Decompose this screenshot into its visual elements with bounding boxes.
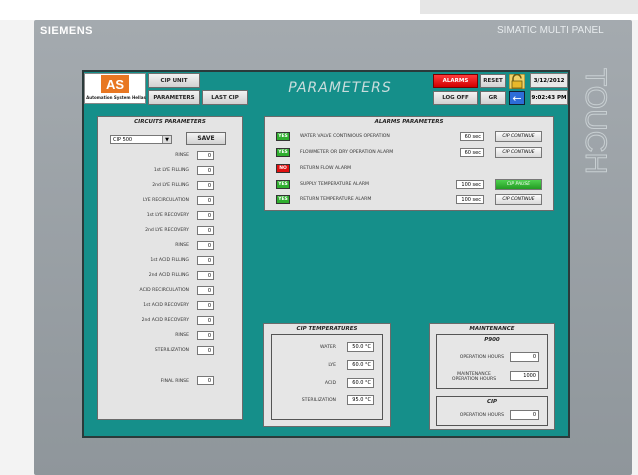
circuit-row-label: RINSE bbox=[175, 333, 189, 338]
parameters-button[interactable]: PARAMETERS bbox=[148, 90, 200, 105]
back-arrow-icon[interactable]: ← bbox=[509, 91, 525, 105]
circuit-row-label: 2nd ACID RECOVERY bbox=[141, 318, 189, 323]
circuit-row-value[interactable]: 0 bbox=[197, 346, 214, 355]
alarm-label: WATER VALVE CONTINIOUS OPERATION bbox=[300, 134, 390, 139]
chevron-down-icon: ▼ bbox=[162, 136, 171, 143]
final-rinse-value[interactable]: 0 bbox=[197, 376, 214, 385]
temperature-value[interactable]: 50.0 °C bbox=[347, 342, 374, 352]
circuit-row-value[interactable]: 0 bbox=[197, 286, 214, 295]
reset-button[interactable]: RESET bbox=[480, 74, 506, 88]
temperature-label: STERILIZATION bbox=[301, 398, 336, 403]
circuit-row-value[interactable]: 0 bbox=[197, 181, 214, 190]
alarms-panel-title: ALARMS PARAMETERS bbox=[374, 119, 444, 125]
background-strip bbox=[420, 0, 638, 14]
p900-title: P900 bbox=[484, 337, 500, 343]
circuit-row-label: STERILIZATION bbox=[154, 348, 189, 353]
temperature-label: ACID bbox=[324, 381, 336, 386]
touch-text: TOUCH bbox=[579, 68, 612, 174]
temperature-value[interactable]: 95.0 °C bbox=[347, 395, 374, 405]
circuit-row-label: 1st LYE RECOVERY bbox=[146, 213, 189, 218]
circuit-row-label: LYE RECIRCULATION bbox=[143, 198, 189, 203]
temperature-value[interactable]: 60.0 °C bbox=[347, 360, 374, 370]
circuit-row-label: 2nd ACID FILLING bbox=[148, 273, 189, 278]
alarm-action-button[interactable]: CIP CONTINUE bbox=[495, 194, 542, 205]
time-display: 9:02:43 PM bbox=[530, 90, 568, 105]
alarm-label: SUPPLY TEMPERATURE ALARM bbox=[300, 182, 369, 187]
circuit-row-label: 1st ACID RECOVERY bbox=[143, 303, 189, 308]
alarm-status-toggle[interactable]: NO bbox=[276, 164, 290, 173]
cip-unit-button[interactable]: CIP UNIT bbox=[148, 73, 200, 88]
operation-hours-value[interactable]: 0 bbox=[510, 352, 539, 362]
circuit-row-value[interactable]: 0 bbox=[197, 241, 214, 250]
temperature-label: WATER bbox=[320, 345, 336, 350]
maintenance-hours-label: MAINTENANCE OPERATION HOURS bbox=[451, 372, 497, 382]
circuit-select-value: CIP 500 bbox=[113, 136, 133, 143]
circuit-row-value[interactable]: 0 bbox=[197, 271, 214, 280]
maintenance-panel-title: MAINTENANCE bbox=[469, 326, 515, 332]
company-logo: AS Automation System Hellas bbox=[84, 73, 146, 104]
circuit-row-value[interactable]: 0 bbox=[197, 301, 214, 310]
panel-model: SIMATIC MULTI PANEL bbox=[497, 25, 604, 36]
circuit-row-value[interactable]: 0 bbox=[197, 211, 214, 220]
alarm-status-toggle[interactable]: YES bbox=[276, 180, 290, 189]
alarm-action-button[interactable]: CIP CONTINUE bbox=[495, 131, 542, 142]
circuit-row-value[interactable]: 0 bbox=[197, 256, 214, 265]
alarms-button[interactable]: ALARMS bbox=[433, 74, 478, 88]
circuit-row-value[interactable]: 0 bbox=[197, 166, 214, 175]
circuit-row-label: 2nd LYE RECOVERY bbox=[145, 228, 189, 233]
last-cip-button[interactable]: LAST CIP bbox=[202, 90, 248, 105]
alarm-status-toggle[interactable]: YES bbox=[276, 195, 290, 204]
logoff-button[interactable]: LOG OFF bbox=[433, 91, 478, 105]
alarm-action-button[interactable]: CIP PAUSE bbox=[495, 179, 542, 190]
temperatures-panel-title: CIP TEMPERATURES bbox=[296, 326, 358, 332]
circuit-row-value[interactable]: 0 bbox=[197, 226, 214, 235]
page-title: PARAMETERS bbox=[288, 80, 392, 96]
alarm-delay[interactable]: 100 sec bbox=[456, 195, 484, 204]
alarm-label: RETURN TEMPERATURE ALARM bbox=[300, 197, 372, 202]
temperature-value[interactable]: 60.0 °C bbox=[347, 378, 374, 388]
circuit-row-value[interactable]: 0 bbox=[197, 151, 214, 160]
circuits-panel-title: CIRCUITS PARAMETERS bbox=[134, 119, 206, 125]
alarm-delay[interactable]: 60 sec bbox=[460, 132, 484, 141]
circuit-row-value[interactable]: 0 bbox=[197, 331, 214, 340]
alarm-action-button[interactable]: CIP CONTINUE bbox=[495, 147, 542, 158]
circuits-panel: CIRCUITS PARAMETERS bbox=[97, 116, 243, 420]
alarm-label: RETURN FLOW ALARM bbox=[300, 166, 352, 171]
save-button[interactable]: SAVE bbox=[186, 132, 226, 145]
circuit-row-label: RINSE bbox=[175, 243, 189, 248]
circuit-row-label: RINSE bbox=[175, 153, 189, 158]
cip-operation-hours-label: OPERATION HOURS bbox=[459, 413, 504, 418]
circuit-row-label: 1st LYE FILLING bbox=[153, 168, 189, 173]
alarm-delay[interactable]: 100 sec bbox=[456, 180, 484, 189]
final-rinse-label: FINAL RINSE bbox=[160, 379, 189, 384]
maintenance-hours-value[interactable]: 1000 bbox=[510, 371, 539, 381]
alarm-label: FLOWMETER OR DRY OPERATION ALARM bbox=[300, 150, 394, 155]
circuit-row-label: ACID RECIRCULATION bbox=[139, 288, 189, 293]
language-button[interactable]: GR bbox=[480, 91, 506, 105]
alarm-delay[interactable]: 60 sec bbox=[460, 148, 484, 157]
brand-logo: SIEMENS bbox=[40, 25, 94, 37]
alarm-status-toggle[interactable]: YES bbox=[276, 132, 290, 141]
date-display: 3/12/2012 bbox=[530, 73, 568, 88]
lock-icon[interactable] bbox=[509, 74, 525, 89]
cip-operation-hours-value[interactable]: 0 bbox=[510, 410, 539, 420]
alarm-status-toggle[interactable]: YES bbox=[276, 148, 290, 157]
cip-title: CIP bbox=[486, 399, 498, 405]
circuit-row-label: 2nd LYE FILLING bbox=[152, 183, 189, 188]
circuit-row-value[interactable]: 0 bbox=[197, 196, 214, 205]
circuit-row-label: 1st ACID FILLING bbox=[150, 258, 189, 263]
logo-subtitle: Automation System Hellas bbox=[86, 95, 146, 100]
operation-hours-label: OPERATION HOURS bbox=[459, 355, 504, 360]
logo-mark: AS bbox=[101, 75, 129, 93]
circuit-select[interactable]: CIP 500 ▼ bbox=[110, 135, 172, 144]
touch-side-label: TOUCH bbox=[579, 68, 613, 175]
temperature-label: LYE bbox=[328, 363, 336, 368]
circuit-row-value[interactable]: 0 bbox=[197, 316, 214, 325]
